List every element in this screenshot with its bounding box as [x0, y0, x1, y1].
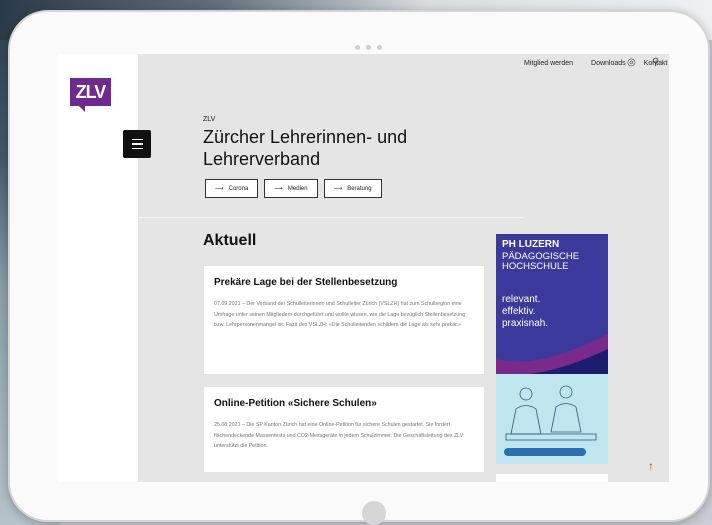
main-content: Mitglied werden Downloads Kontakt ◎ ⚲ ZL…: [138, 54, 669, 482]
camera-dots: [355, 45, 382, 50]
ad-tagline: relevant. effektiv. praxisnah.: [502, 294, 549, 329]
nav-link-downloads[interactable]: Downloads: [591, 60, 626, 67]
home-button[interactable]: [362, 501, 386, 525]
arrow-right-icon: ⟶: [215, 186, 224, 192]
news-card-text: 07.09.2021 – Der Verband der Schulleiter…: [214, 301, 466, 328]
ad-banner[interactable]: PH LUZERN PÄDAGOGISCHE HOCHSCHULE releva…: [496, 234, 608, 464]
pill-corona[interactable]: ⟶ Corona: [205, 179, 259, 198]
ad-illustration: [496, 374, 608, 464]
menu-button[interactable]: [123, 130, 151, 158]
arrow-right-icon: ⟶: [333, 186, 343, 192]
ad-swoosh: [496, 334, 608, 379]
pill-medien[interactable]: ⟶ Medien: [264, 179, 318, 198]
nav-link-mitglied[interactable]: Mitglied werden: [524, 60, 573, 67]
menu-icon: [131, 138, 143, 141]
search-icon[interactable]: ⚲: [652, 57, 659, 68]
section-title: Aktuell: [203, 232, 257, 249]
sidebar: ZLV: [58, 54, 138, 482]
ad-brand: PH LUZERN: [502, 239, 560, 250]
news-card[interactable]: Prekäre Lage bei der Stellenbesetzung 07…: [204, 266, 484, 374]
site-kicker: ZLV: [203, 116, 216, 123]
news-card-title[interactable]: Online-Petition «Sichere Schulen»: [214, 398, 474, 409]
pill-label: Beratung: [347, 185, 372, 192]
news-card-title[interactable]: Prekäre Lage bei der Stellenbesetzung: [214, 277, 474, 288]
news-card[interactable]: Online-Petition «Sichere Schulen» 25.08.…: [204, 387, 484, 472]
zlv-logo[interactable]: ZLV: [70, 78, 111, 112]
user-icon[interactable]: ◎: [627, 57, 636, 68]
news-card-text: 25.08.2021 – Die SP Kanton Zürich hat ei…: [214, 422, 464, 449]
arrow-right-icon: ⟶: [274, 186, 283, 192]
ad-cta-button[interactable]: [504, 448, 586, 456]
top-nav: Mitglied werden Downloads Kontakt: [524, 60, 667, 67]
pill-label: Medien: [287, 185, 308, 192]
ad-banner-secondary[interactable]: [496, 474, 608, 482]
topic-pills: ⟶ Corona ⟶ Medien ⟶ Beratung: [205, 179, 382, 198]
section-divider: [138, 217, 524, 218]
tablet-screen: ZLV Mitglied werden Downloads Kontakt ◎ …: [58, 54, 669, 482]
pill-beratung[interactable]: ⟶ Beratung: [323, 179, 382, 198]
scroll-top-icon[interactable]: ↑: [648, 459, 654, 473]
pill-label: Corona: [228, 185, 249, 192]
site-title: Zürcher Lehrerinnen- und Lehrerverband: [203, 127, 408, 169]
ad-subtitle: PÄDAGOGISCHE HOCHSCHULE: [502, 251, 580, 272]
